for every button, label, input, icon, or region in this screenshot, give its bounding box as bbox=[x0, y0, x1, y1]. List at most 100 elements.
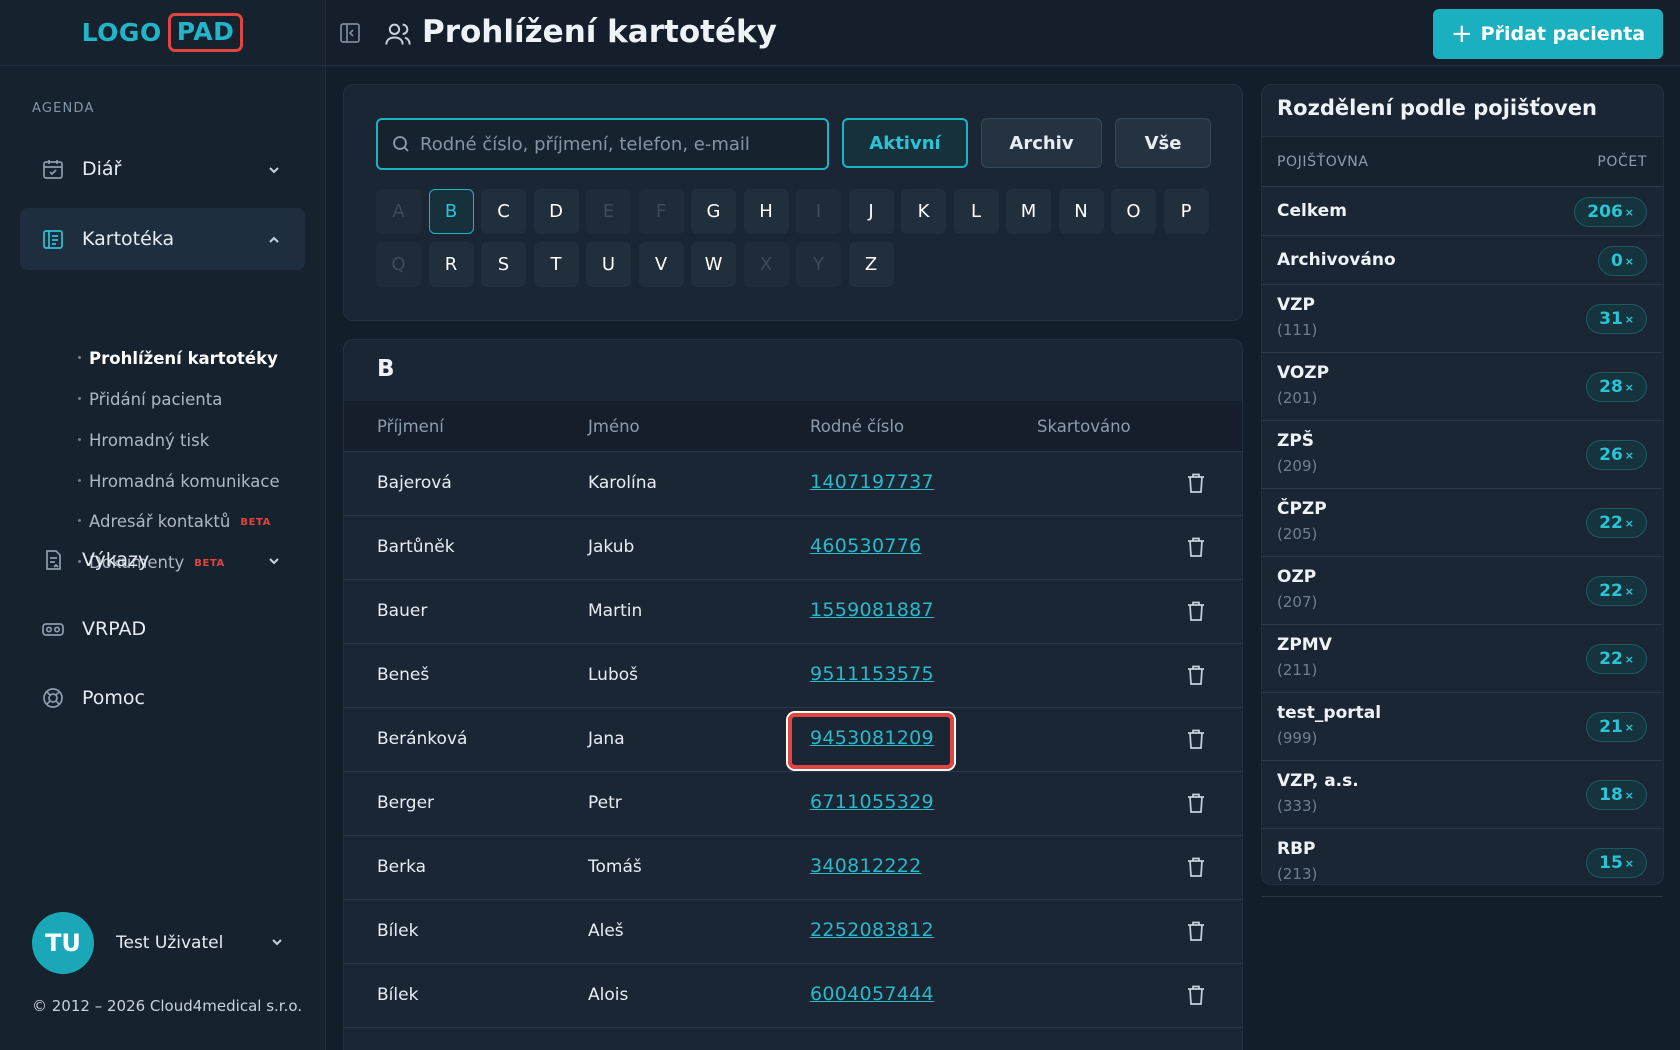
avatar: TU bbox=[32, 912, 94, 974]
table-row[interactable]: Bílek Aleš 2252083812 bbox=[344, 900, 1242, 964]
rc-link[interactable]: 2252083812 bbox=[810, 919, 934, 941]
rc-link[interactable]: 340812222 bbox=[810, 855, 922, 877]
cell-surname: Beneš bbox=[377, 665, 430, 685]
chevron-down-icon bbox=[267, 160, 281, 182]
rc-link[interactable]: 1559081887 bbox=[810, 599, 934, 621]
table-row[interactable]: Bauer Martin 1559081887 bbox=[344, 580, 1242, 644]
filter-all-button[interactable]: Vše bbox=[1115, 118, 1211, 168]
rc-link[interactable]: 460530776 bbox=[810, 535, 922, 557]
add-patient-button[interactable]: + Přidat pacienta bbox=[1433, 9, 1663, 59]
search-input[interactable] bbox=[420, 133, 820, 155]
letter-filter-q: Q bbox=[376, 241, 421, 287]
sidebar-collapse-icon[interactable] bbox=[338, 21, 362, 45]
subnav-item-hromadna-komunikace[interactable]: Hromadná komunikace bbox=[78, 472, 280, 491]
count-badge: 22 × bbox=[1586, 644, 1647, 674]
rc-link[interactable]: 9453081209 bbox=[810, 727, 934, 749]
trash-icon[interactable] bbox=[1186, 600, 1208, 624]
sidebar-item-pomoc[interactable]: Pomoc bbox=[20, 667, 305, 729]
letter-filter-i: I bbox=[796, 189, 841, 234]
insurance-row: RBP (213) 15 × bbox=[1262, 829, 1663, 897]
table-row[interactable]: Bílek Alois 6004057444 bbox=[344, 964, 1242, 1028]
insurance-name: VZP bbox=[1277, 295, 1315, 315]
letter-filter-l[interactable]: L bbox=[953, 189, 999, 234]
filter-archive-button[interactable]: Archiv bbox=[981, 118, 1102, 168]
trash-icon[interactable] bbox=[1186, 664, 1208, 688]
insurance-row: VOZP (201) 28 × bbox=[1262, 353, 1663, 421]
sidebar-item-vykazy[interactable]: Výkazy bbox=[20, 529, 305, 591]
trash-icon[interactable] bbox=[1186, 472, 1208, 496]
cell-name: Karolína bbox=[588, 473, 657, 493]
trash-icon[interactable] bbox=[1186, 856, 1208, 880]
letter-filter-u[interactable]: U bbox=[586, 241, 631, 287]
rc-link[interactable]: 6711055329 bbox=[810, 791, 934, 813]
letter-filter-y: Y bbox=[796, 241, 841, 287]
insurance-name: VZP, a.s. bbox=[1277, 771, 1359, 791]
subnav-item-hromadny-tisk[interactable]: Hromadný tisk bbox=[78, 431, 209, 450]
letter-filter-k[interactable]: K bbox=[901, 189, 946, 234]
sidebar-item-diar[interactable]: Diář bbox=[20, 138, 305, 200]
subnav-item-prohlizeni[interactable]: Prohlížení kartotéky bbox=[78, 349, 278, 368]
insurance-row: Archivováno 0 × bbox=[1262, 236, 1663, 285]
subnav-item-pridani[interactable]: Přidání pacienta bbox=[78, 390, 222, 409]
letter-filter-m[interactable]: M bbox=[1006, 189, 1051, 234]
letter-filter-s[interactable]: S bbox=[481, 241, 526, 287]
group-letter-heading: B bbox=[377, 356, 395, 382]
filter-card: Aktivní Archiv Vše ABCDEFGHIJKLMNOP QRSTU… bbox=[343, 84, 1243, 321]
insurance-row: test_portal (999) 21 × bbox=[1262, 693, 1663, 761]
trash-icon[interactable] bbox=[1186, 920, 1208, 944]
letter-filter-v[interactable]: V bbox=[638, 241, 684, 287]
letter-filter-j[interactable]: J bbox=[848, 189, 894, 234]
logo[interactable]: LOGO PAD bbox=[82, 13, 244, 52]
search-field[interactable] bbox=[376, 118, 829, 170]
insurance-name: ZPMV bbox=[1277, 635, 1332, 655]
cell-name: Jakub bbox=[588, 537, 635, 557]
letter-filter-z[interactable]: Z bbox=[848, 241, 894, 287]
cell-surname: Berka bbox=[377, 857, 427, 877]
filter-active-button[interactable]: Aktivní bbox=[842, 118, 968, 168]
plus-icon: + bbox=[1450, 19, 1473, 49]
cell-surname: Bartůněk bbox=[377, 537, 455, 557]
count-badge: 15 × bbox=[1586, 848, 1647, 878]
table-row[interactable]: Bajerová Karolína 1407197737 bbox=[344, 452, 1242, 516]
table-row[interactable]: Bartůněk Jakub 460530776 bbox=[344, 516, 1242, 580]
letter-filter-b[interactable]: B bbox=[428, 189, 474, 234]
letter-filter-p[interactable]: P bbox=[1163, 189, 1209, 234]
letter-filter-c[interactable]: C bbox=[481, 189, 526, 234]
trash-icon[interactable] bbox=[1186, 792, 1208, 816]
letter-filter-w[interactable]: W bbox=[691, 241, 736, 287]
rc-link[interactable]: 9511153575 bbox=[810, 663, 934, 685]
sidebar-item-label: Výkazy bbox=[82, 549, 150, 571]
letter-filter-r[interactable]: R bbox=[428, 241, 474, 287]
trash-icon[interactable] bbox=[1186, 984, 1208, 1008]
insurance-row: ZPMV (211) 22 × bbox=[1262, 625, 1663, 693]
table-row[interactable]: Berger Petr 6711055329 bbox=[344, 772, 1242, 836]
user-menu[interactable]: TU Test Uživatel bbox=[32, 912, 292, 974]
chevron-down-icon bbox=[267, 551, 281, 573]
trash-icon[interactable] bbox=[1186, 728, 1208, 752]
letter-filter-g[interactable]: G bbox=[691, 189, 736, 234]
letter-filter-t[interactable]: T bbox=[533, 241, 579, 287]
letter-filter-n[interactable]: N bbox=[1058, 189, 1104, 234]
letter-filter-h[interactable]: H bbox=[743, 189, 789, 234]
rc-link[interactable]: 6004057444 bbox=[810, 983, 934, 1005]
cell-name: Martin bbox=[588, 601, 643, 621]
cell-surname: Bílek bbox=[377, 985, 419, 1005]
insurance-name: VOZP bbox=[1277, 363, 1330, 383]
sidebar-item-kartoteka[interactable]: Kartotéka bbox=[20, 208, 305, 270]
logo-area: LOGO PAD bbox=[0, 0, 325, 66]
count-badge: 22 × bbox=[1586, 576, 1647, 606]
sidebar-item-vrpad[interactable]: VRPAD bbox=[20, 598, 305, 660]
table-row[interactable]: Beránková Jana 9453081209 bbox=[344, 708, 1242, 772]
letter-filter-d[interactable]: D bbox=[533, 189, 579, 234]
user-name: Test Uživatel bbox=[116, 933, 224, 953]
count-badge: 21 × bbox=[1586, 712, 1647, 742]
column-header-shredded: Skartováno bbox=[1037, 417, 1131, 436]
sidebar-item-label: Pomoc bbox=[82, 687, 145, 709]
table-row[interactable]: Beneš Luboš 9511153575 bbox=[344, 644, 1242, 708]
trash-icon[interactable] bbox=[1186, 536, 1208, 560]
letter-filter-o[interactable]: O bbox=[1111, 189, 1156, 234]
table-row[interactable]: Berka Tomáš 340812222 bbox=[344, 836, 1242, 900]
rc-link[interactable]: 1407197737 bbox=[810, 471, 934, 493]
sidebar-item-label: VRPAD bbox=[82, 618, 147, 640]
insurance-row: ZPŠ (209) 26 × bbox=[1262, 421, 1663, 489]
